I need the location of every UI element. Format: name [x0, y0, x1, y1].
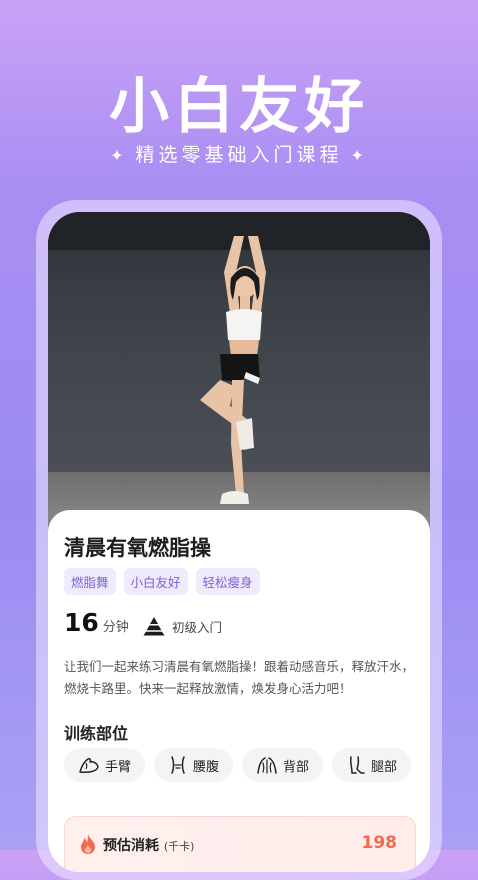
course-tag[interactable]: 燃脂舞 — [64, 568, 116, 595]
back-icon — [257, 757, 277, 774]
waist-icon — [171, 756, 185, 774]
body-part-label: 背部 — [283, 759, 310, 775]
arm-icon — [79, 758, 99, 773]
course-title: 清晨有氧燃脂操 — [64, 536, 211, 560]
level-label: 初级入门 — [172, 619, 223, 635]
duration-unit: 分钟 — [102, 620, 129, 635]
course-level: 初级入门 — [142, 616, 222, 636]
body-part-arm[interactable]: 手臂 — [64, 748, 146, 782]
course-tag[interactable]: 轻松瘦身 — [195, 568, 260, 595]
leg-icon — [350, 756, 365, 774]
calorie-value: 198 — [361, 833, 398, 853]
course-cover-photo — [48, 212, 430, 532]
body-part-back[interactable]: 背部 — [242, 748, 324, 782]
hero-subtitle: ✦ 精选零基础入门课程 ✦ — [0, 140, 478, 167]
level-pyramid-icon — [143, 617, 165, 636]
body-part-label: 腰腹 — [193, 759, 220, 775]
course-description: 让我们一起来练习清晨有氧燃脂操！跟着动感音乐，释放汗水，燃烧卡路里。快来一起释放… — [64, 659, 415, 696]
body-part-waist[interactable]: 腰腹 — [154, 748, 234, 782]
body-part-label: 腿部 — [371, 759, 398, 775]
body-parts-title: 训练部位 — [64, 724, 129, 743]
course-duration: 16 分钟 — [64, 608, 129, 637]
phone-screen: 清晨有氧燃脂操 燃脂舞 小白友好 轻松瘦身 16 分钟 初级入门 让我们一起来练… — [48, 212, 430, 872]
calorie-estimate: 预估消耗 (千卡) 198 — [64, 816, 416, 872]
course-tag[interactable]: 小白友好 — [123, 568, 188, 595]
sparkle-icon: ✦ — [110, 146, 128, 165]
flame-icon — [81, 834, 95, 854]
body-part-leg[interactable]: 腿部 — [332, 748, 412, 782]
sparkle-icon: ✦ — [350, 146, 368, 165]
duration-value: 16 — [64, 608, 99, 637]
body-part-label: 手臂 — [105, 759, 132, 775]
calorie-label: 预估消耗 (千卡) — [103, 838, 195, 854]
body-parts-list: 手臂 腰腹 背部 腿部 — [64, 748, 412, 782]
course-detail-card: 清晨有氧燃脂操 燃脂舞 小白友好 轻松瘦身 16 分钟 初级入门 让我们一起来练… — [48, 510, 430, 872]
hero-subtitle-text: 精选零基础入门课程 — [135, 144, 343, 166]
hero-title: 小白友好 — [109, 72, 369, 142]
dancer-figure — [200, 236, 266, 504]
course-tags: 燃脂舞 小白友好 轻松瘦身 — [64, 568, 260, 595]
calorie-unit: (千卡) — [163, 840, 195, 853]
